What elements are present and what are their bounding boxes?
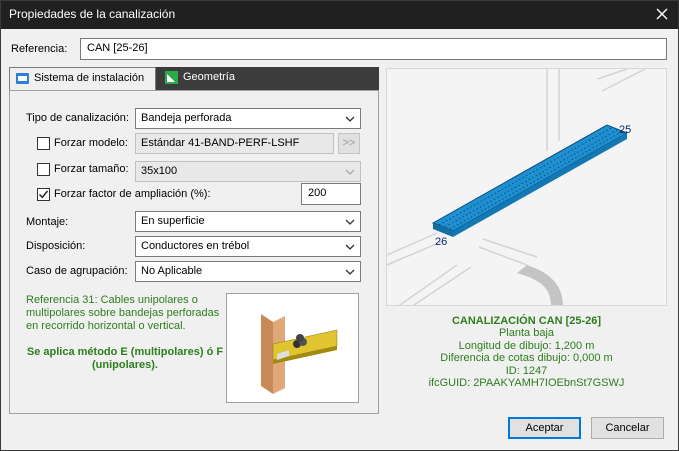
tab-label: Sistema de instalación [34, 72, 145, 84]
installation-thumbnail [226, 293, 359, 403]
chevron-down-icon [345, 219, 355, 225]
info-line: Longitud de dibujo: 1,200 m [458, 339, 595, 352]
factor-input[interactable]: 200 [301, 183, 361, 205]
title-bar: Propiedades de la canalización [1, 1, 678, 29]
chevron-down-icon [345, 116, 355, 122]
disposicion-select[interactable]: Conductores en trébol [135, 236, 361, 257]
tab-label: Geometría [183, 71, 235, 83]
tab-sistema-instalacion[interactable]: Sistema de instalación [9, 67, 156, 90]
agrupacion-label: Caso de agrupación: [26, 265, 128, 277]
info-line: ifcGUID: 2PAAKYAMH7IOEbnSt7GSWJ [428, 377, 625, 390]
chevron-down-icon [345, 269, 355, 275]
tray-3d-view: 25 26 [387, 69, 646, 305]
info-title: CANALIZACIÓN CAN [25-26] [451, 315, 602, 327]
checkmark-icon [38, 190, 49, 199]
chevron-down-icon [345, 169, 355, 175]
agrupacion-value: No Aplicable [141, 265, 203, 277]
forzar-factor-label: Forzar factor de ampliación (%): [54, 188, 211, 200]
tipo-value: Bandeja perforada [141, 112, 232, 124]
referencia-label: Referencia: [11, 43, 68, 55]
modelo-field: Estándar 41-BAND-PERF-LSHF [135, 133, 334, 154]
tab-geometria[interactable]: Geometría [159, 67, 249, 90]
info-line: Planta baja [498, 327, 555, 340]
disposicion-value: Conductores en trébol [141, 240, 250, 252]
info-line: ID: 1247 [505, 364, 548, 377]
montaje-label: Montaje: [26, 216, 69, 228]
disposicion-label: Disposición: [26, 240, 86, 252]
node-start-label: 25 [619, 124, 631, 136]
forzar-tamano-checkbox[interactable] [37, 163, 50, 176]
installation-system-icon [16, 73, 29, 84]
accept-button[interactable]: Aceptar [508, 417, 581, 439]
info-line: Diferencia de cotas dibujo: 0,000 m [440, 352, 613, 365]
agrupacion-select[interactable]: No Aplicable [135, 261, 361, 282]
selection-info: CANALIZACIÓN CAN [25-26] Planta baja Lon… [386, 315, 667, 389]
tamano-value: 35x100 [141, 165, 178, 177]
referencia-input[interactable]: CAN [25-26] [80, 38, 667, 60]
montaje-select[interactable]: En superficie [135, 211, 361, 232]
tray-mounting-image [261, 314, 338, 394]
reference-note: Referencia 31: Cables unipolares o multi… [26, 294, 220, 332]
modelo-browse-button[interactable]: >> [338, 133, 360, 154]
modelo-value: Estándar 41-BAND-PERF-LSHF [141, 137, 300, 149]
window-title: Propiedades de la canalización [9, 7, 176, 21]
properties-dialog: Propiedades de la canalización Referenci… [0, 0, 679, 451]
tipo-select[interactable]: Bandeja perforada [135, 108, 361, 129]
forzar-modelo-label: Forzar modelo: [54, 137, 128, 149]
geometry-icon [165, 71, 178, 84]
tipo-label: Tipo de canalización: [26, 112, 129, 124]
forzar-modelo-checkbox[interactable] [37, 137, 50, 150]
montaje-value: En superficie [141, 215, 205, 227]
close-icon[interactable] [654, 6, 670, 22]
forzar-tamano-label: Forzar tamaño: [54, 163, 129, 175]
node-end-label: 26 [435, 236, 447, 248]
3d-preview[interactable]: 25 26 [386, 68, 667, 306]
tamano-select: 35x100 [135, 161, 361, 182]
tab-bar: Sistema de instalación Geometría [9, 67, 379, 90]
forzar-factor-checkbox[interactable] [37, 188, 50, 201]
chevron-down-icon [345, 244, 355, 250]
method-note: Se aplica método E (multipolares) ó F (u… [26, 346, 224, 371]
cancel-button[interactable]: Cancelar [591, 417, 664, 439]
